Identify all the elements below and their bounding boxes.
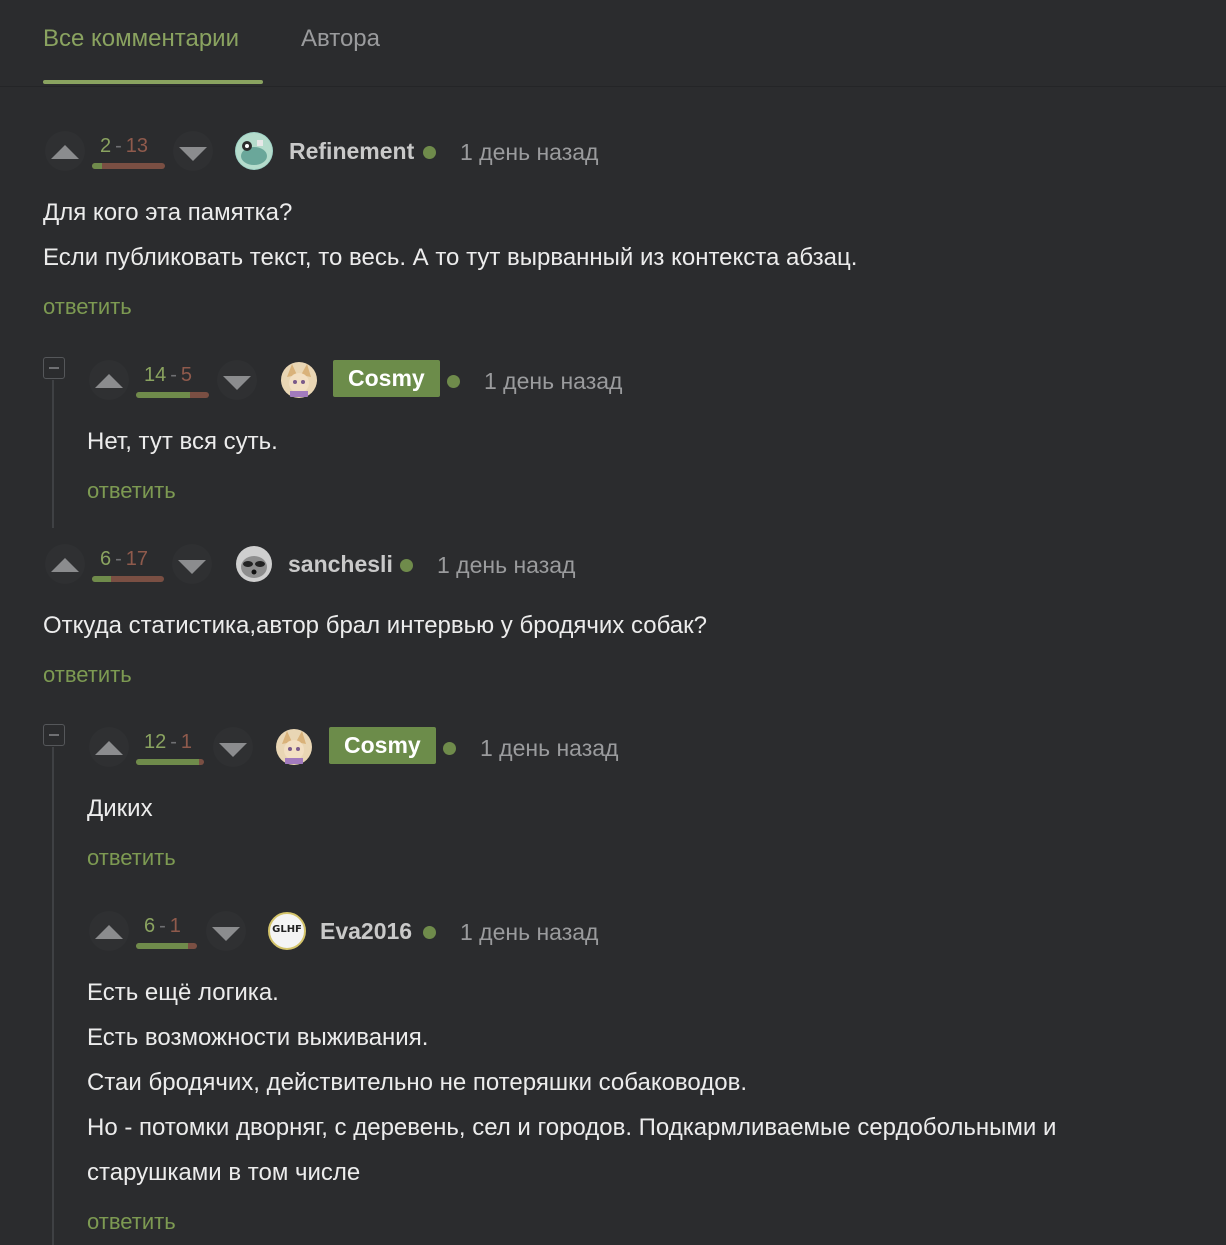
comment-header: 14-5 Cosmy 1 день назад bbox=[87, 360, 1187, 404]
rating-plus: 12 bbox=[144, 731, 167, 753]
avatar-logo-text: GLHF bbox=[272, 924, 302, 935]
comment-line: Есть ещё логика. bbox=[87, 979, 279, 1006]
tab-all-comments[interactable]: Все комментарии bbox=[43, 25, 239, 53]
rating-minus: 17 bbox=[125, 548, 149, 570]
avatar[interactable] bbox=[235, 132, 273, 170]
arrow-down-icon bbox=[219, 743, 247, 757]
downvote-button[interactable] bbox=[173, 131, 213, 171]
comment-time[interactable]: 1 день назад bbox=[460, 919, 598, 946]
tab-author[interactable]: Автора bbox=[301, 25, 380, 53]
upvote-button[interactable] bbox=[89, 911, 129, 951]
character-avatar-icon bbox=[281, 362, 317, 398]
comment-tabs: Все комментарии Автора bbox=[0, 0, 1226, 87]
arrow-down-icon bbox=[178, 560, 206, 574]
upvote-button[interactable] bbox=[45, 131, 85, 171]
rating-minus: 1 bbox=[180, 731, 193, 753]
rating-minus: 5 bbox=[180, 364, 193, 386]
rating-bar bbox=[136, 759, 204, 765]
arrow-down-icon bbox=[179, 147, 207, 161]
rating-score: 14-5 bbox=[144, 364, 193, 386]
downvote-button[interactable] bbox=[172, 544, 212, 584]
rating-score: 12-1 bbox=[144, 731, 193, 753]
rating-bar bbox=[92, 163, 165, 169]
comment-text: Есть ещё логика. Есть возможности выжива… bbox=[87, 970, 1056, 1195]
comment-header: 2-13 Refinement 1 день назад bbox=[43, 131, 1143, 175]
rating-bar bbox=[136, 943, 197, 949]
online-indicator bbox=[400, 559, 413, 572]
comment-line: Для кого эта памятка? bbox=[43, 199, 293, 226]
comment-header: 6-17 sanchesli 1 день назад bbox=[43, 544, 1143, 588]
online-indicator bbox=[423, 926, 436, 939]
comment-line: Стаи бродячих, действительно не потеряшк… bbox=[87, 1069, 747, 1096]
comment-line: Если публиковать текст, то весь. А то ту… bbox=[43, 244, 858, 271]
robot-avatar-icon bbox=[236, 133, 272, 169]
upvote-button[interactable] bbox=[89, 360, 129, 400]
reply-link[interactable]: ответить bbox=[43, 662, 132, 688]
comment-text: Для кого эта памятка? Если публиковать т… bbox=[43, 190, 857, 280]
username-author-badge[interactable]: Cosmy bbox=[329, 727, 436, 764]
rating-bar bbox=[136, 392, 209, 398]
avatar[interactable] bbox=[275, 728, 313, 766]
upvote-button[interactable] bbox=[45, 544, 85, 584]
arrow-up-icon bbox=[95, 374, 123, 388]
raccoon-avatar-icon bbox=[236, 546, 272, 582]
comment-line: Нет, тут вся суть. bbox=[87, 428, 278, 455]
comment-header: 12-1 Cosmy 1 день назад bbox=[87, 727, 1187, 771]
comment-line: Но - потомки дворняг, с деревень, сел и … bbox=[87, 1114, 1057, 1141]
rating-score: 6-1 bbox=[144, 915, 181, 937]
comment-time[interactable]: 1 день назад bbox=[460, 139, 598, 166]
username[interactable]: Refinement bbox=[289, 138, 414, 165]
online-indicator bbox=[443, 742, 456, 755]
arrow-up-icon bbox=[51, 145, 79, 159]
comment-text: Диких bbox=[87, 786, 153, 831]
active-tab-indicator bbox=[43, 80, 263, 84]
comment-text: Нет, тут вся суть. bbox=[87, 419, 278, 464]
arrow-up-icon bbox=[95, 925, 123, 939]
character-avatar-icon bbox=[276, 729, 312, 765]
thread-line bbox=[52, 747, 54, 1245]
thread-line bbox=[52, 380, 54, 528]
downvote-button[interactable] bbox=[213, 727, 253, 767]
rating-plus: 2 bbox=[100, 135, 112, 157]
arrow-up-icon bbox=[51, 558, 79, 572]
comment-time[interactable]: 1 день назад bbox=[484, 368, 622, 395]
arrow-up-icon bbox=[95, 741, 123, 755]
comment-line: Откуда статистика,автор брал интервью у … bbox=[43, 612, 707, 639]
avatar[interactable] bbox=[280, 361, 318, 399]
reply-link[interactable]: ответить bbox=[87, 478, 176, 504]
online-indicator bbox=[447, 375, 460, 388]
username-author-badge[interactable]: Cosmy bbox=[333, 360, 440, 397]
avatar[interactable]: GLHF bbox=[268, 912, 306, 950]
reply-link[interactable]: ответить bbox=[43, 294, 132, 320]
downvote-button[interactable] bbox=[217, 360, 257, 400]
comment-header: 6-1 GLHF Eva2016 1 день назад bbox=[87, 911, 1187, 955]
comment-line: Диких bbox=[87, 795, 153, 822]
comment-line: Есть возможности выживания. bbox=[87, 1024, 429, 1051]
rating-bar bbox=[92, 576, 164, 582]
rating-minus: 1 bbox=[169, 915, 181, 937]
comment-text: Откуда статистика,автор брал интервью у … bbox=[43, 603, 707, 648]
rating-plus: 6 bbox=[100, 548, 112, 570]
comment-time[interactable]: 1 день назад bbox=[480, 735, 618, 762]
username[interactable]: sanchesli bbox=[288, 551, 393, 578]
username[interactable]: Eva2016 bbox=[320, 918, 412, 945]
rating-plus: 6 bbox=[144, 915, 156, 937]
reply-link[interactable]: ответить bbox=[87, 845, 176, 871]
online-indicator bbox=[423, 146, 436, 159]
comment-line: старушками в том числе bbox=[87, 1159, 361, 1186]
comment-time[interactable]: 1 день назад bbox=[437, 552, 575, 579]
rating-score: 6-17 bbox=[100, 548, 149, 570]
rating-score: 2-13 bbox=[100, 135, 149, 157]
collapse-thread-button[interactable] bbox=[43, 357, 65, 379]
downvote-button[interactable] bbox=[206, 911, 246, 951]
rating-plus: 14 bbox=[144, 364, 167, 386]
reply-link[interactable]: ответить bbox=[87, 1209, 176, 1235]
rating-minus: 13 bbox=[125, 135, 149, 157]
upvote-button[interactable] bbox=[89, 727, 129, 767]
arrow-down-icon bbox=[212, 927, 240, 941]
collapse-thread-button[interactable] bbox=[43, 724, 65, 746]
arrow-down-icon bbox=[223, 376, 251, 390]
avatar[interactable] bbox=[235, 545, 273, 583]
